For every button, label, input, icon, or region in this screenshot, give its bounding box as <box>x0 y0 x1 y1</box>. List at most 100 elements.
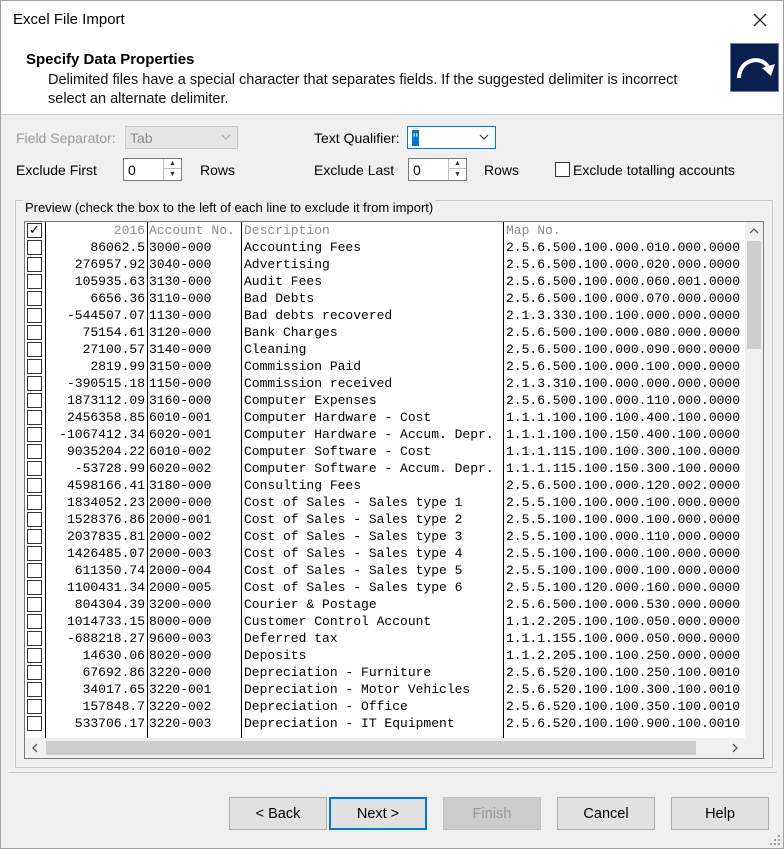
row-exclude-checkbox[interactable] <box>27 563 42 578</box>
header-exclude-checkbox[interactable] <box>27 222 42 239</box>
row-amount: 6656.36 <box>90 291 145 306</box>
row-description: Customer Control Account <box>244 614 432 629</box>
row-exclude-checkbox[interactable] <box>27 495 42 510</box>
spin-down-icon[interactable]: ▼ <box>164 169 181 179</box>
row-exclude-checkbox[interactable] <box>27 240 42 255</box>
table-row: 276957.92 3040-000 Advertising 2.5.6.500.10… <box>25 256 745 273</box>
row-account: 6020-001 <box>149 427 212 442</box>
row-exclude-checkbox[interactable] <box>27 614 42 629</box>
resize-grip-icon[interactable] <box>769 834 781 846</box>
row-amount: 611350.74 <box>74 563 145 578</box>
row-exclude-checkbox[interactable] <box>27 308 42 323</box>
row-account: 3150-000 <box>149 359 212 374</box>
row-exclude-checkbox[interactable] <box>27 716 42 731</box>
row-description: Deferred tax <box>244 631 338 646</box>
button-separator <box>9 772 777 773</box>
row-account: 9600-003 <box>149 631 212 646</box>
row-exclude-checkbox[interactable] <box>27 274 42 289</box>
row-description: Depreciation - Office <box>244 699 408 714</box>
scroll-left-icon[interactable] <box>25 738 45 758</box>
table-row: 804304.39 3200-000 Courier & Postage 2.5.6.… <box>25 596 745 613</box>
exclude-first-label: Exclude First <box>16 162 97 178</box>
row-exclude-checkbox[interactable] <box>27 376 42 391</box>
row-map: 2.5.5.100.100.000.100.000.0000 <box>506 495 741 510</box>
row-map: 1.1.2.205.100.100.050.000.0000 <box>506 614 741 629</box>
horizontal-scroll-thumb[interactable] <box>46 741 696 755</box>
vertical-scrollbar[interactable] <box>745 222 763 738</box>
chevron-down-icon <box>479 134 489 140</box>
row-description: Depreciation - IT Equipment <box>244 716 455 731</box>
row-account: 6020-002 <box>149 461 212 476</box>
row-exclude-checkbox[interactable] <box>27 291 42 306</box>
horizontal-scrollbar[interactable] <box>25 738 745 758</box>
row-map: 2.5.6.500.100.000.020.000.0000 <box>506 257 741 272</box>
row-description: Depreciation - Furniture <box>244 665 432 680</box>
text-qualifier-select[interactable]: " <box>407 126 496 149</box>
finish-button: Finish <box>443 797 541 830</box>
row-exclude-checkbox[interactable] <box>27 410 42 425</box>
row-exclude-checkbox[interactable] <box>27 325 42 340</box>
row-amount: -1067412.34 <box>59 427 145 442</box>
row-exclude-checkbox[interactable] <box>27 682 42 697</box>
row-exclude-checkbox[interactable] <box>27 631 42 646</box>
row-exclude-checkbox[interactable] <box>27 427 42 442</box>
row-exclude-checkbox[interactable] <box>27 597 42 612</box>
row-exclude-checkbox[interactable] <box>27 342 42 357</box>
row-map: 2.5.6.500.100.000.120.002.0000 <box>506 478 741 493</box>
cancel-button[interactable]: Cancel <box>557 797 655 830</box>
row-exclude-checkbox[interactable] <box>27 529 42 544</box>
row-exclude-checkbox[interactable] <box>27 546 42 561</box>
row-exclude-checkbox[interactable] <box>27 580 42 595</box>
row-description: Bad Debts <box>244 291 315 306</box>
row-exclude-checkbox[interactable] <box>27 478 42 493</box>
spin-up-icon[interactable]: ▲ <box>449 159 466 169</box>
title-bar: Excel File Import <box>1 1 783 39</box>
wizard-arrow-icon <box>730 43 779 92</box>
next-button[interactable]: Next > <box>329 797 427 830</box>
row-account: 8000-000 <box>149 614 212 629</box>
spin-down-icon[interactable]: ▼ <box>449 169 466 179</box>
row-amount: -53728.99 <box>74 461 145 476</box>
row-amount: 157848.7 <box>82 699 145 714</box>
back-button[interactable]: < Back <box>229 797 327 830</box>
scroll-up-icon[interactable] <box>745 222 763 240</box>
row-exclude-checkbox[interactable] <box>27 665 42 680</box>
row-map: 1.1.2.205.100.100.250.000.0000 <box>506 648 741 663</box>
row-exclude-checkbox[interactable] <box>27 359 42 374</box>
row-map: 2.5.6.500.100.000.060.001.0000 <box>506 274 741 289</box>
row-account: 3220-001 <box>149 682 212 697</box>
row-exclude-checkbox[interactable] <box>27 444 42 459</box>
help-button[interactable]: Help <box>671 797 769 830</box>
table-row: 1426485.07 2000-003 Cost of Sales - Sales … <box>25 545 745 562</box>
row-account: 6010-001 <box>149 410 212 425</box>
row-amount: 2037835.81 <box>66 529 145 544</box>
row-map: 2.5.6.500.100.000.090.000.0000 <box>506 342 741 357</box>
row-map: 1.1.1.100.100.150.400.100.0000 <box>506 427 741 442</box>
row-exclude-checkbox[interactable] <box>27 393 42 408</box>
window-title: Excel File Import <box>13 11 125 28</box>
vertical-scroll-thumb[interactable] <box>747 241 761 349</box>
row-map: 2.5.6.520.100.100.350.100.0010 <box>506 699 741 714</box>
header-amount: 2016 <box>113 223 145 238</box>
scroll-right-icon[interactable] <box>725 738 745 758</box>
close-icon[interactable] <box>747 7 773 33</box>
row-exclude-checkbox[interactable] <box>27 257 42 272</box>
preview-grid[interactable]: 2016 Account No. Description Map No. 860… <box>24 221 764 759</box>
exclude-last-value: 0 <box>413 162 421 178</box>
row-amount: 2456358.85 <box>66 410 145 425</box>
table-row: 1528376.86 2000-001 Cost of Sales - Sales … <box>25 511 745 528</box>
text-qualifier-label: Text Qualifier: <box>314 130 400 146</box>
row-account: 3120-000 <box>149 325 212 340</box>
exclude-totalling-checkbox[interactable] <box>555 162 570 177</box>
row-exclude-checkbox[interactable] <box>27 648 42 663</box>
row-exclude-checkbox[interactable] <box>27 512 42 527</box>
spin-up-icon[interactable]: ▲ <box>164 159 181 169</box>
row-description: Computer Hardware - Accum. Depr. <box>244 427 494 442</box>
table-row: 2037835.81 2000-002 Cost of Sales - Sales … <box>25 528 745 545</box>
exclude-last-stepper[interactable]: 0 ▲ ▼ <box>408 158 467 181</box>
scroll-corner <box>745 738 763 758</box>
row-exclude-checkbox[interactable] <box>27 699 42 714</box>
exclude-first-stepper[interactable]: 0 ▲ ▼ <box>123 158 182 181</box>
row-exclude-checkbox[interactable] <box>27 461 42 476</box>
row-map: 2.5.6.520.100.100.900.100.0010 <box>506 716 741 731</box>
